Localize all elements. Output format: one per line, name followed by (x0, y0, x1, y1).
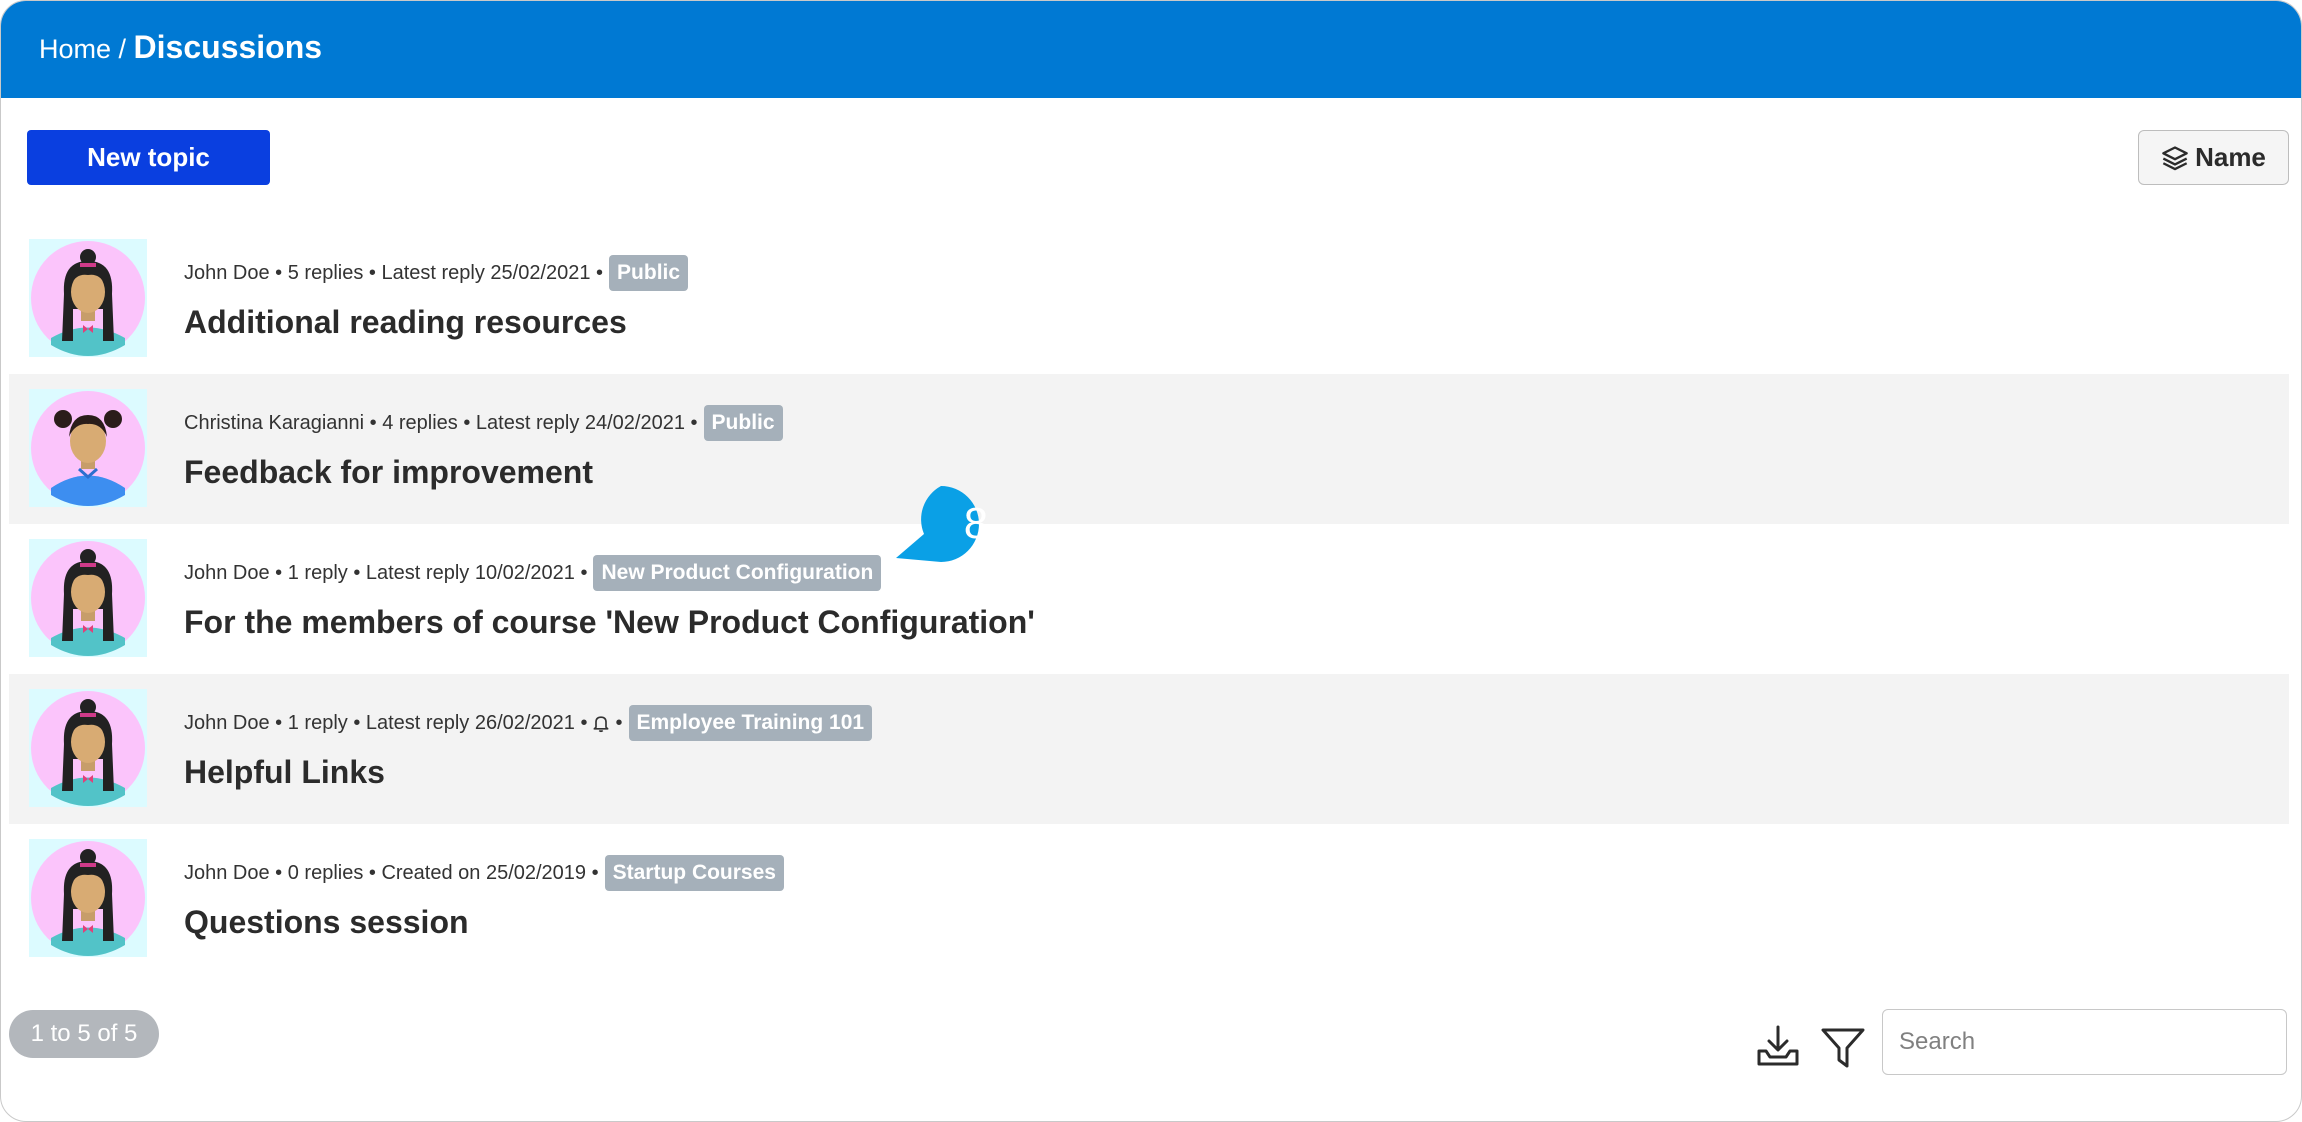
topic-title[interactable]: For the members of course 'New Product C… (184, 604, 1035, 641)
layers-icon (2162, 145, 2188, 170)
topic-meta-text: John Doe • 0 replies • Created on 25/02/… (184, 861, 599, 884)
topic-title[interactable]: Feedback for improvement (184, 454, 593, 491)
topic-meta-separator: • (615, 711, 623, 734)
avatar (29, 389, 147, 507)
search-input[interactable] (1882, 1009, 2287, 1075)
topic-badge: New Product Configuration (593, 555, 882, 591)
topic-meta: John Doe • 5 replies • Latest reply 25/0… (184, 254, 689, 292)
download-tray-icon[interactable] (1754, 1021, 1802, 1069)
topic-meta-text: John Doe • 5 replies • Latest reply 25/0… (184, 261, 604, 284)
topic-meta-text: John Doe • 1 reply • Latest reply 26/02/… (184, 711, 588, 734)
filter-icon[interactable] (1819, 1024, 1867, 1072)
page-title: Discussions (133, 29, 323, 65)
avatar (29, 839, 147, 957)
breadcrumb-home[interactable]: Home / (39, 34, 126, 64)
pagination-info: 1 to 5 of 5 (9, 1010, 159, 1058)
avatar (29, 239, 147, 357)
sort-label: Name (2195, 142, 2266, 172)
topic-meta-text: Christina Karagianni • 4 replies • Lates… (184, 411, 698, 434)
topic-meta: John Doe • 1 reply • Latest reply 26/02/… (184, 704, 873, 742)
discussions-window: Home / Discussions New topic Name John D… (0, 0, 2302, 1122)
topic-meta: John Doe • 0 replies • Created on 25/02/… (184, 854, 784, 892)
avatar (29, 689, 147, 807)
topic-badge: Public (609, 255, 689, 291)
bell-icon (593, 716, 609, 733)
new-topic-button[interactable]: New topic (27, 130, 270, 185)
callout-number: 8 (963, 499, 989, 548)
topic-badge: Public (703, 405, 783, 441)
topic-row[interactable]: John Doe • 5 replies • Latest reply 25/0… (9, 224, 2289, 374)
topic-title[interactable]: Questions session (184, 904, 469, 941)
topic-row[interactable]: John Doe • 1 reply • Latest reply 26/02/… (9, 674, 2289, 824)
topic-row[interactable]: John Doe • 0 replies • Created on 25/02/… (9, 824, 2289, 974)
breadcrumb: Home / Discussions (39, 27, 322, 69)
callout-marker: 8 (896, 486, 1016, 566)
topic-row[interactable]: John Doe • 1 reply • Latest reply 10/02/… (9, 524, 2289, 674)
sort-by-name-button[interactable]: Name (2138, 130, 2289, 185)
topic-title[interactable]: Helpful Links (184, 754, 385, 791)
topic-list: John Doe • 5 replies • Latest reply 25/0… (9, 224, 2289, 974)
topic-meta: John Doe • 1 reply • Latest reply 10/02/… (184, 554, 882, 592)
topic-badge: Employee Training 101 (628, 705, 873, 741)
avatar (29, 539, 147, 657)
topic-meta: Christina Karagianni • 4 replies • Lates… (184, 404, 783, 442)
header-bar: Home / Discussions (1, 1, 2301, 98)
topic-row[interactable]: Christina Karagianni • 4 replies • Lates… (9, 374, 2289, 524)
topic-meta-text: John Doe • 1 reply • Latest reply 10/02/… (184, 561, 588, 584)
topic-title[interactable]: Additional reading resources (184, 304, 627, 341)
topic-badge: Startup Courses (604, 855, 784, 891)
